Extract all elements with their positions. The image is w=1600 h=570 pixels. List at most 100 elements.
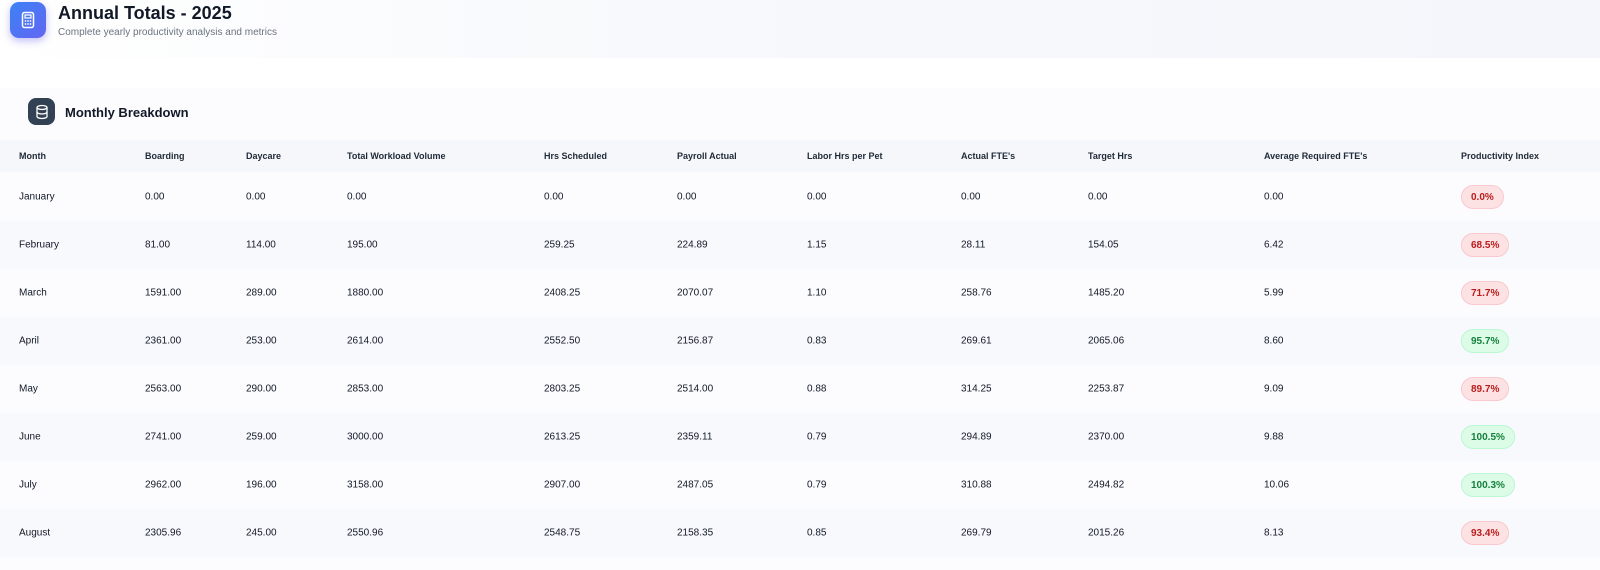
page-subtitle: Complete yearly productivity analysis an… bbox=[58, 27, 277, 38]
table-cell: 6.42 bbox=[1264, 239, 1284, 251]
table-cell: 289.00 bbox=[246, 287, 277, 299]
column-header: Hrs Scheduled bbox=[544, 151, 608, 161]
table-cell: 2741.00 bbox=[145, 431, 182, 443]
table-cell: 0.00 bbox=[246, 191, 266, 203]
productivity-index-badge: 100.3% bbox=[1461, 473, 1515, 497]
table-cell: 8.13 bbox=[1264, 527, 1284, 539]
table-cell: 154.05 bbox=[1088, 239, 1119, 251]
table-cell: 1.15 bbox=[807, 239, 827, 251]
table-row: April 2361.00 253.00 2614.00 2552.50 2156.87 0… bbox=[0, 317, 1600, 365]
table-cell: 0.00 bbox=[677, 191, 697, 203]
table-cell: 314.25 bbox=[961, 383, 992, 395]
table-cell: 0.00 bbox=[1264, 191, 1284, 203]
table-cell: June bbox=[19, 431, 41, 443]
table-cell: 196.00 bbox=[246, 479, 277, 491]
page-header: Annual Totals - 2025 Complete yearly pro… bbox=[0, 0, 1600, 58]
table-cell: 5.99 bbox=[1264, 287, 1284, 299]
table-cell: 258.76 bbox=[961, 287, 992, 299]
table-cell: 1.10 bbox=[807, 287, 827, 299]
table-cell: 2156.87 bbox=[677, 335, 714, 347]
table-cell: 2065.06 bbox=[1088, 335, 1125, 347]
table-cell: 9.88 bbox=[1264, 431, 1284, 443]
table-cell: February bbox=[19, 239, 60, 251]
column-header: Actual FTE's bbox=[961, 151, 1016, 161]
table-cell: 2305.96 bbox=[145, 527, 182, 539]
table-cell: 2370.00 bbox=[1088, 431, 1125, 443]
table-cell: 1591.00 bbox=[145, 287, 182, 299]
table-cell: 2253.87 bbox=[1088, 383, 1125, 395]
column-header: Payroll Actual bbox=[677, 151, 737, 161]
table-cell: 0.88 bbox=[807, 383, 827, 395]
table-cell: 0.00 bbox=[807, 191, 827, 203]
table-cell: 8.60 bbox=[1264, 335, 1284, 347]
column-header: Target Hrs bbox=[1088, 151, 1133, 161]
table-cell: March bbox=[19, 287, 47, 299]
table-cell: 0.00 bbox=[347, 191, 367, 203]
table-cell: 259.00 bbox=[246, 431, 277, 443]
table-cell: 245.00 bbox=[246, 527, 277, 539]
column-header: Month bbox=[19, 151, 46, 161]
table-cell: 2550.96 bbox=[347, 527, 384, 539]
table-cell: 2487.05 bbox=[677, 479, 714, 491]
table-cell: 1485.20 bbox=[1088, 287, 1125, 299]
productivity-index-badge: 89.7% bbox=[1461, 377, 1510, 401]
table-cell: 2962.00 bbox=[145, 479, 182, 491]
table-cell: 2614.00 bbox=[347, 335, 384, 347]
table-cell: 81.00 bbox=[145, 239, 171, 251]
table-cell: 0.79 bbox=[807, 479, 827, 491]
table-cell: 2015.26 bbox=[1088, 527, 1125, 539]
table-cell: 2361.00 bbox=[145, 335, 182, 347]
table-cell: May bbox=[19, 383, 38, 395]
table-cell: 2552.50 bbox=[544, 335, 581, 347]
table-cell: January bbox=[19, 191, 55, 203]
database-icon bbox=[28, 98, 55, 125]
table-cell: 2548.75 bbox=[544, 527, 581, 539]
table-cell: 1880.00 bbox=[347, 287, 384, 299]
calculator-icon bbox=[10, 2, 46, 38]
section-title: Monthly Breakdown bbox=[65, 105, 189, 120]
table-row: January 0.00 0.00 0.00 0.00 0.00 0.00 0.00 0.00 0… bbox=[0, 173, 1600, 221]
column-header: Average Required FTE's bbox=[1264, 151, 1368, 161]
table-cell: 310.88 bbox=[961, 479, 992, 491]
table-cell: 2853.00 bbox=[347, 383, 384, 395]
table-cell: 0.79 bbox=[807, 431, 827, 443]
productivity-index-badge: 93.4% bbox=[1461, 521, 1510, 545]
page-title: Annual Totals - 2025 bbox=[58, 3, 232, 23]
table-cell: 224.89 bbox=[677, 239, 708, 251]
column-header: Daycare bbox=[246, 151, 282, 161]
table-cell: 10.06 bbox=[1264, 479, 1290, 491]
table-cell: 269.61 bbox=[961, 335, 992, 347]
table-cell: 0.00 bbox=[1088, 191, 1108, 203]
table-cell: 28.11 bbox=[961, 239, 986, 251]
column-header: Boarding bbox=[145, 151, 185, 161]
table-cell: 2070.07 bbox=[677, 287, 714, 299]
table-cell: 3158.00 bbox=[347, 479, 384, 491]
table-cell: August bbox=[19, 527, 51, 539]
table-cell: 2613.25 bbox=[544, 431, 581, 443]
column-header: Labor Hrs per Pet bbox=[807, 151, 883, 161]
table-cell: July bbox=[19, 479, 37, 491]
table-cell: 2359.11 bbox=[677, 431, 713, 443]
table-cell: 0.00 bbox=[544, 191, 564, 203]
table-cell: 114.00 bbox=[246, 239, 276, 251]
table-cell: 2494.82 bbox=[1088, 479, 1125, 491]
productivity-index-badge: 71.7% bbox=[1461, 281, 1510, 305]
productivity-index-badge: 95.7% bbox=[1461, 329, 1510, 353]
table-row: June 2741.00 259.00 3000.00 2613.25 2359.11 0.… bbox=[0, 413, 1600, 461]
table-cell: 294.89 bbox=[961, 431, 992, 443]
table-cell: 0.83 bbox=[807, 335, 827, 347]
table-cell: 9.09 bbox=[1264, 383, 1284, 395]
table-cell: 2563.00 bbox=[145, 383, 182, 395]
table-cell: 290.00 bbox=[246, 383, 277, 395]
table-row: August 2305.96 245.00 2550.96 2548.75 2158.35… bbox=[0, 509, 1600, 557]
table-cell: 269.79 bbox=[961, 527, 992, 539]
table-row: May 2563.00 290.00 2853.00 2803.25 2514.00 0.8… bbox=[0, 365, 1600, 413]
table-cell: April bbox=[19, 335, 40, 347]
table-cell: 2907.00 bbox=[544, 479, 581, 491]
table-cell: 0.85 bbox=[807, 527, 827, 539]
table-cell: 259.25 bbox=[544, 239, 575, 251]
table-cell: 253.00 bbox=[246, 335, 277, 347]
table-cell: 2803.25 bbox=[544, 383, 581, 395]
column-header: Total Workload Volume bbox=[347, 151, 446, 161]
table-cell: 0.00 bbox=[961, 191, 981, 203]
